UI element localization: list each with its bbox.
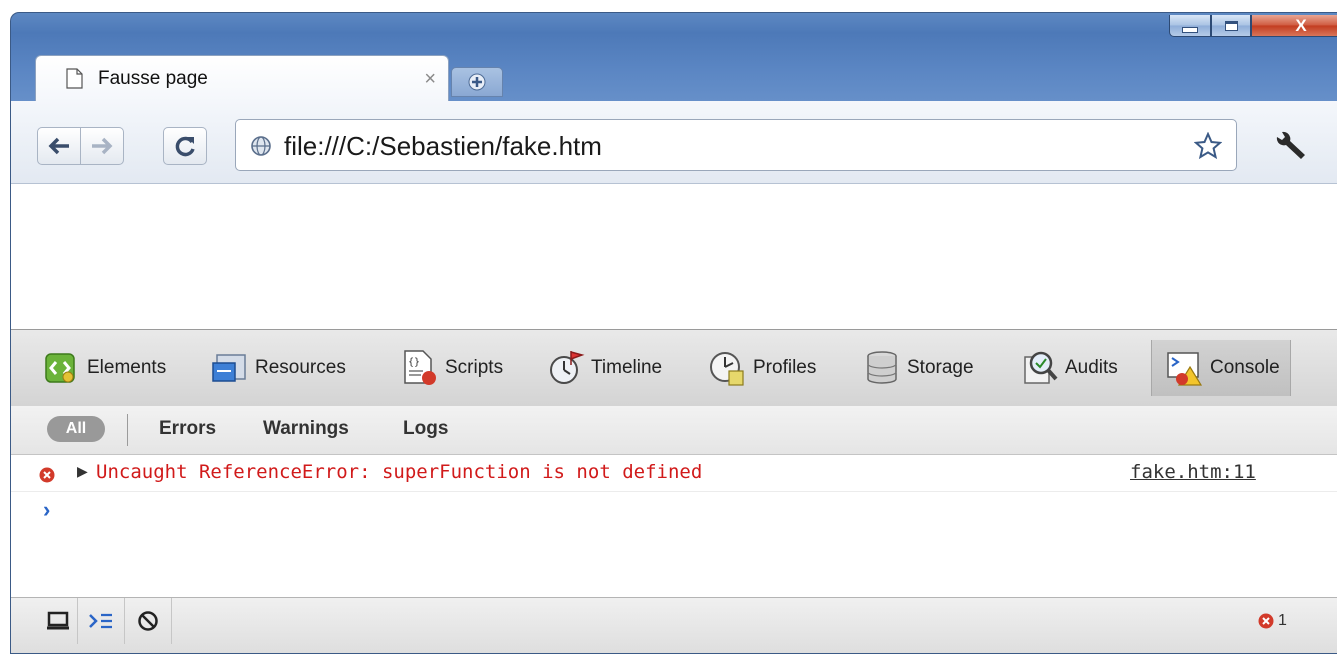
console-drawer-icon (89, 613, 112, 629)
page-icon (66, 68, 83, 89)
console-filter-bar: All Errors Warnings Logs (11, 406, 1337, 455)
console-message-text: Uncaught ReferenceError: superFunction i… (96, 461, 703, 483)
svg-text:{}: {} (408, 357, 420, 368)
reload-button[interactable] (163, 127, 207, 165)
devtools-tabbar: Elements Resources {} Scripts Timeline P… (11, 329, 1337, 407)
error-icon (39, 467, 55, 483)
clear-icon (138, 611, 158, 631)
filter-separator (127, 414, 128, 446)
back-button[interactable] (37, 127, 81, 165)
forward-button[interactable] (80, 127, 124, 165)
page-content (11, 184, 1337, 329)
maximize-button[interactable] (1211, 15, 1251, 37)
tab-audits-label: Audits (1065, 357, 1118, 378)
tab-elements-label: Elements (87, 357, 167, 378)
close-icon: X (1295, 15, 1307, 35)
error-count-icon (1258, 613, 1274, 629)
error-count-value: 1 (1278, 612, 1287, 629)
expand-triangle-icon[interactable]: ▶ (77, 463, 88, 480)
url-text: file:///C:/Sebastien/fake.htm (284, 131, 602, 161)
browser-tab[interactable]: Fausse page × (35, 55, 449, 102)
tab-timeline[interactable]: Timeline (547, 348, 662, 388)
tab-console[interactable]: Console (1151, 340, 1291, 396)
timeline-icon (550, 351, 585, 384)
reload-icon (175, 136, 195, 157)
elements-icon (45, 353, 75, 383)
console-icon (1167, 352, 1203, 386)
console-message[interactable]: ▶ Uncaught ReferenceError: superFunction… (11, 455, 1337, 492)
storage-icon (867, 351, 897, 384)
globe-icon (251, 136, 271, 156)
scripts-icon: {} (404, 350, 436, 385)
forward-arrow-icon (92, 137, 113, 155)
browser-window: X Fausse page × file:///C:/Sebastien/fak… (10, 12, 1337, 654)
toolbar: file:///C:/Sebastien/fake.htm (11, 101, 1337, 184)
tab-close-icon[interactable]: × (424, 68, 436, 91)
clear-console-button[interactable] (125, 598, 172, 644)
dock-toggle-button[interactable] (39, 598, 78, 644)
audits-icon (1024, 351, 1058, 384)
console-source-link[interactable]: fake.htm:11 (1130, 461, 1256, 483)
tab-storage-label: Storage (907, 357, 974, 378)
back-arrow-icon (48, 137, 69, 155)
tab-scripts-label: Scripts (445, 357, 504, 378)
filter-all[interactable]: All (47, 416, 105, 442)
console-drawer-button[interactable] (78, 598, 125, 644)
tab-audits[interactable]: Audits (1021, 348, 1118, 388)
console-prompt[interactable]: › (43, 497, 50, 523)
devtools-status-bar: 1 (11, 597, 1337, 653)
profiles-icon (710, 352, 744, 386)
filter-errors[interactable]: Errors (159, 418, 216, 440)
close-window-button[interactable]: X (1251, 15, 1337, 37)
wrench-icon[interactable] (1273, 131, 1307, 161)
tab-console-label: Console (1210, 357, 1280, 378)
tab-scripts[interactable]: {} Scripts (401, 348, 503, 388)
tab-timeline-label: Timeline (591, 357, 663, 378)
minimize-button[interactable] (1169, 15, 1211, 37)
address-bar[interactable]: file:///C:/Sebastien/fake.htm (235, 119, 1237, 171)
tab-elements[interactable]: Elements (43, 348, 166, 388)
resources-icon (212, 354, 246, 382)
console-output: ▶ Uncaught ReferenceError: superFunction… (11, 455, 1337, 597)
maximize-icon (1224, 20, 1238, 31)
filter-logs[interactable]: Logs (403, 418, 448, 440)
plus-icon (468, 73, 486, 91)
tab-resources[interactable]: Resources (211, 348, 346, 388)
minimize-icon (1182, 26, 1198, 33)
bookmark-star-icon[interactable] (1194, 132, 1222, 160)
tab-profiles-label: Profiles (753, 357, 817, 378)
tab-profiles[interactable]: Profiles (709, 348, 816, 388)
error-count[interactable]: 1 (1258, 612, 1287, 630)
window-caption-buttons: X (1169, 15, 1337, 39)
tab-title: Fausse page (98, 68, 208, 89)
tab-storage[interactable]: Storage (863, 348, 974, 388)
dock-icon (47, 611, 69, 630)
tab-resources-label: Resources (255, 357, 346, 378)
filter-warnings[interactable]: Warnings (263, 418, 349, 440)
new-tab-button[interactable] (451, 67, 503, 97)
